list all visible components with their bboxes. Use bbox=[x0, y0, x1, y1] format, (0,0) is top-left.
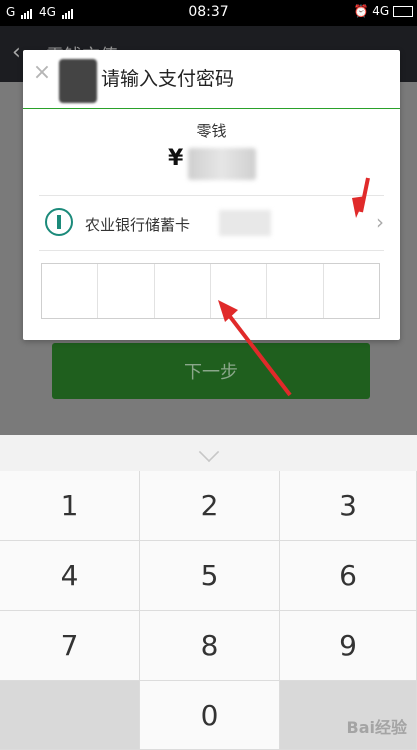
divider bbox=[39, 250, 384, 251]
next-step-button[interactable]: 下一步 bbox=[52, 343, 370, 399]
password-input[interactable] bbox=[41, 263, 380, 319]
key-9[interactable]: 9 bbox=[280, 611, 417, 681]
key-4[interactable]: 4 bbox=[0, 541, 140, 611]
bank-name: 农业银行储蓄卡 bbox=[85, 216, 191, 234]
key-7[interactable]: 7 bbox=[0, 611, 140, 681]
payment-method-row[interactable]: 农业银行储蓄卡 › bbox=[39, 196, 384, 250]
key-1[interactable]: 1 bbox=[0, 471, 140, 541]
chevron-right-icon[interactable]: › bbox=[376, 210, 384, 234]
key-2[interactable]: 2 bbox=[140, 471, 280, 541]
back-arrow-icon[interactable]: ‹ bbox=[12, 40, 21, 65]
currency-symbol: ¥ bbox=[168, 146, 184, 171]
key-0[interactable]: 0 bbox=[140, 681, 280, 750]
key-5[interactable]: 5 bbox=[140, 541, 280, 611]
password-cell[interactable] bbox=[324, 264, 379, 318]
battery-icon bbox=[393, 6, 413, 17]
alarm-icon: ⏰ bbox=[353, 4, 369, 18]
numeric-keyboard: 1 2 3 4 5 6 7 8 9 0 bbox=[0, 435, 417, 750]
key-6[interactable]: 6 bbox=[280, 541, 417, 611]
card-number-blurred bbox=[219, 210, 271, 236]
avatar bbox=[59, 59, 97, 103]
title-divider bbox=[23, 108, 400, 109]
password-cell[interactable] bbox=[42, 264, 99, 318]
dialog-title: 请输入支付密码 bbox=[101, 68, 235, 90]
amount-value-blurred bbox=[188, 148, 256, 180]
status-right: ⏰ 4G bbox=[353, 4, 413, 18]
collapse-keyboard-icon[interactable] bbox=[0, 435, 417, 471]
password-cell[interactable] bbox=[211, 264, 268, 318]
password-cell[interactable] bbox=[267, 264, 324, 318]
balance-label: 零钱 bbox=[196, 122, 227, 140]
keypad: 1 2 3 4 5 6 7 8 9 0 bbox=[0, 471, 417, 750]
password-cell[interactable] bbox=[155, 264, 211, 318]
payment-password-dialog: × 请输入支付密码 零钱 ¥ 农业银行储蓄卡 › bbox=[23, 50, 400, 340]
watermark: Bai经验 bbox=[346, 718, 407, 737]
close-icon[interactable]: × bbox=[31, 62, 53, 84]
network-label-right: 4G bbox=[372, 4, 390, 18]
bank-logo-icon bbox=[45, 208, 73, 236]
key-8[interactable]: 8 bbox=[140, 611, 280, 681]
password-cell[interactable] bbox=[98, 264, 155, 318]
key-3[interactable]: 3 bbox=[280, 471, 417, 541]
status-bar: G 4G 08:37 ⏰ 4G bbox=[0, 0, 417, 26]
key-blank bbox=[0, 681, 140, 750]
